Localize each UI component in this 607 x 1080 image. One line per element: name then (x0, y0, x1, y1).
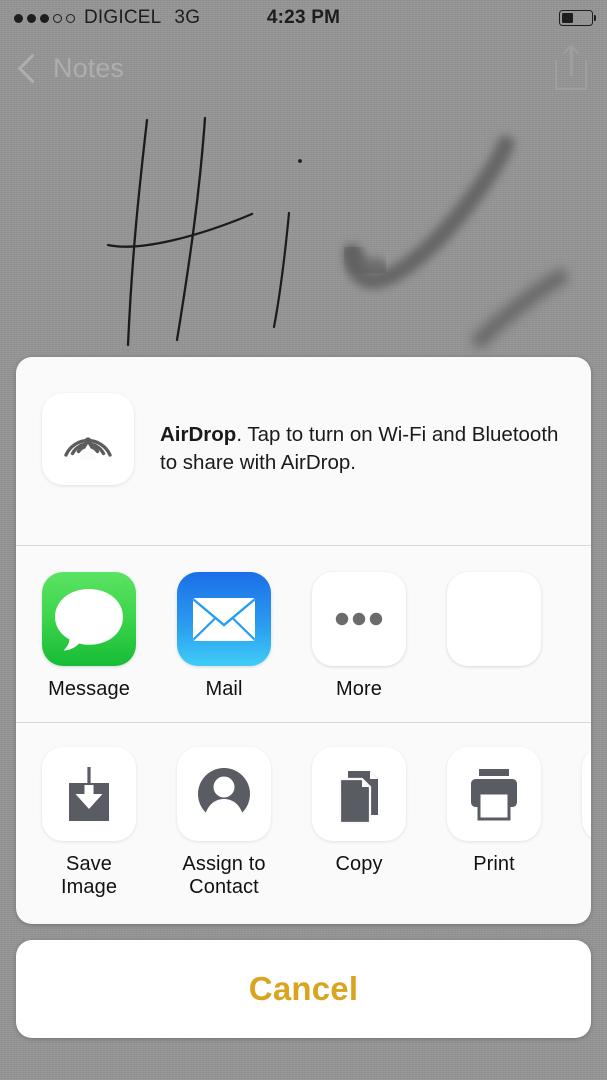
back-button[interactable]: Notes (16, 53, 124, 84)
airdrop-message: AirDrop. Tap to turn on Wi-Fi and Blueto… (160, 421, 569, 478)
partial-app-tile[interactable] (447, 572, 541, 666)
signal-dot-filled (40, 13, 49, 23)
airdrop-title: AirDrop (160, 423, 237, 446)
save-image-tile[interactable] (42, 747, 136, 842)
share-target-label: Message (48, 678, 130, 700)
action-label: Print (473, 853, 515, 876)
share-target-partial[interactable] (447, 572, 541, 666)
carrier-label: DIGICEL (84, 7, 162, 28)
cancel-button[interactable]: Cancel (16, 940, 591, 1039)
status-bar: DIGICEL 3G 4:23 PM (0, 0, 607, 36)
signal-dot-empty (66, 13, 75, 23)
signal-strength-dots (14, 13, 75, 23)
share-action-row[interactable]: Save Image Assign to Contact Copy Print (16, 723, 591, 924)
assign-to-contact-tile[interactable] (177, 747, 271, 842)
back-button-label: Notes (53, 52, 125, 83)
airdrop-icon (64, 437, 112, 460)
more-tile[interactable] (312, 572, 406, 666)
partial-action-tile[interactable] (582, 747, 591, 842)
person-circle-icon (198, 768, 250, 822)
action-label: Save Image (60, 853, 118, 898)
action-print[interactable]: Print (447, 747, 541, 875)
share-app-row[interactable]: Message Mail More (16, 546, 591, 722)
navigation-bar: Notes (0, 36, 607, 100)
share-target-message[interactable]: Message (42, 572, 136, 700)
share-button[interactable] (551, 44, 591, 90)
print-tile[interactable] (447, 747, 541, 842)
copy-documents-icon (338, 771, 378, 825)
copy-tile[interactable] (312, 747, 406, 842)
action-save-image[interactable]: Save Image (42, 747, 136, 898)
action-assign-to-contact[interactable]: Assign to Contact (177, 747, 271, 898)
action-label: Assign to Contact (182, 853, 266, 898)
airdrop-row[interactable]: AirDrop. Tap to turn on Wi-Fi and Blueto… (16, 357, 591, 545)
signal-dot-filled (27, 13, 36, 23)
printer-icon (471, 769, 517, 821)
messages-app-tile[interactable] (42, 572, 136, 666)
save-image-icon (69, 767, 109, 822)
messages-app-icon (55, 589, 123, 651)
more-ellipsis-icon (335, 612, 383, 626)
share-target-label: More (336, 678, 382, 700)
mail-app-icon (192, 598, 256, 641)
action-partial[interactable] (582, 747, 591, 842)
action-copy[interactable]: Copy (312, 747, 406, 875)
status-bar-right (559, 10, 593, 26)
share-sheet-panel: AirDrop. Tap to turn on Wi-Fi and Blueto… (16, 357, 591, 925)
battery-icon (559, 10, 593, 26)
share-sheet: AirDrop. Tap to turn on Wi-Fi and Blueto… (16, 357, 591, 1039)
share-target-more[interactable]: More (312, 572, 406, 700)
action-label: Copy (335, 853, 383, 876)
airdrop-tile[interactable] (42, 393, 134, 485)
network-type-label: 3G (174, 7, 201, 28)
mail-app-tile[interactable] (177, 572, 271, 666)
cancel-button-label: Cancel (248, 970, 359, 1008)
signal-dot-empty (53, 13, 62, 23)
status-bar-left: DIGICEL 3G (14, 7, 200, 29)
share-target-label: Mail (205, 678, 243, 700)
signal-dot-filled (14, 13, 23, 23)
share-target-mail[interactable]: Mail (177, 572, 271, 700)
chevron-left-icon (17, 53, 48, 83)
